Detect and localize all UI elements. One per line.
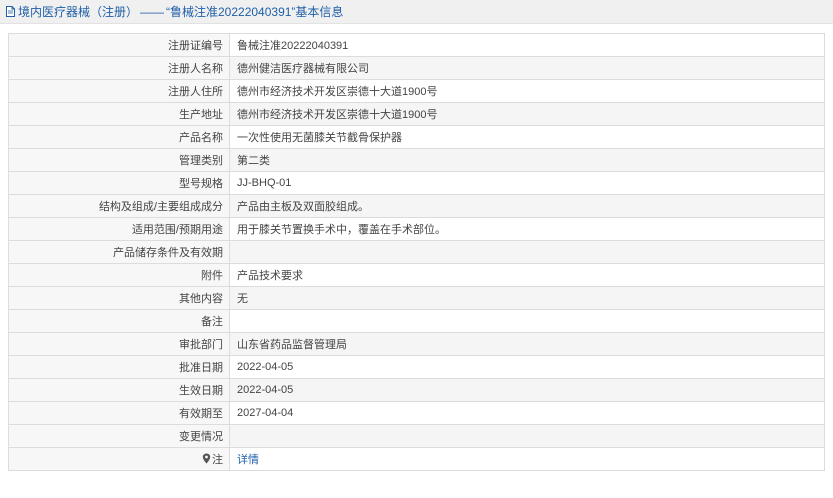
field-value: 2022-04-05 xyxy=(229,378,825,402)
field-value: 德州市经济技术开发区崇德十大道1900号 xyxy=(229,102,825,126)
field-label: 注册人名称 xyxy=(8,56,230,80)
table-row: 生效日期 2022-04-05 xyxy=(8,378,825,402)
table-row: 结构及组成/主要组成成分 产品由主板及双面胶组成。 xyxy=(8,194,825,218)
field-label: 变更情况 xyxy=(8,424,230,448)
page-header: 境内医疗器械（注册） —— “鲁械注准20222040391”基本信息 xyxy=(0,0,833,24)
field-label: 产品名称 xyxy=(8,125,230,149)
table-row-note: 注 详情 xyxy=(8,447,825,471)
table-row: 生产地址 德州市经济技术开发区崇德十大道1900号 xyxy=(8,102,825,126)
field-value: JJ-BHQ-01 xyxy=(229,171,825,195)
table-row: 其他内容无 xyxy=(8,286,825,310)
field-label: 型号规格 xyxy=(8,171,230,195)
field-value: 鲁械注准20222040391 xyxy=(229,33,825,57)
field-value: 德州健洁医疗器械有限公司 xyxy=(229,56,825,80)
table-row: 产品储存条件及有效期 xyxy=(8,240,825,264)
info-table: 注册证编号 鲁械注准20222040391 注册人名称 德州健洁医疗器械有限公司 注册人… xyxy=(8,33,825,471)
field-label: 附件 xyxy=(8,263,230,287)
field-label: 备注 xyxy=(8,309,230,333)
field-label: 产品储存条件及有效期 xyxy=(8,240,230,264)
breadcrumb-separator: —— xyxy=(140,4,165,19)
field-value: 2022-04-05 xyxy=(229,355,825,379)
document-icon xyxy=(4,5,17,18)
map-pin-icon xyxy=(202,453,211,464)
table-row: 附件 产品技术要求 xyxy=(8,263,825,287)
note-value-cell: 详情 xyxy=(229,447,825,471)
field-label: 批准日期 xyxy=(8,355,230,379)
table-row: 备注 xyxy=(8,309,825,333)
table-row: 型号规格 JJ-BHQ-01 xyxy=(8,171,825,195)
field-label: 生效日期 xyxy=(8,378,230,402)
field-label: 结构及组成/主要组成成分 xyxy=(8,194,230,218)
table-row: 产品名称 一次性使用无菌膝关节截骨保护器 xyxy=(8,125,825,149)
details-link[interactable]: 详情 xyxy=(237,454,259,466)
field-value: 产品技术要求 xyxy=(229,263,825,287)
field-value: 用于膝关节置换手术中，覆盖在手术部位。 xyxy=(229,217,825,241)
field-value: 产品由主板及双面胶组成。 xyxy=(229,194,825,218)
field-label: 注册证编号 xyxy=(8,33,230,57)
table-row: 注册证编号 鲁械注准20222040391 xyxy=(8,33,825,57)
table-row: 管理类别 第二类 xyxy=(8,148,825,172)
field-label: 审批部门 xyxy=(8,332,230,356)
table-row: 批准日期 2022-04-05 xyxy=(8,355,825,379)
field-value xyxy=(229,424,825,448)
table-row: 注册人住所 德州市经济技术开发区崇德十大道1900号 xyxy=(8,79,825,103)
field-label: 其他内容 xyxy=(8,286,230,310)
table-row: 注册人名称 德州健洁医疗器械有限公司 xyxy=(8,56,825,80)
breadcrumb-root[interactable]: 境内医疗器械（注册） xyxy=(18,3,138,20)
field-value xyxy=(229,309,825,333)
field-label: 注册人住所 xyxy=(8,79,230,103)
field-label: 管理类别 xyxy=(8,148,230,172)
field-value: 德州市经济技术开发区崇德十大道1900号 xyxy=(229,79,825,103)
field-label: 适用范围/预期用途 xyxy=(8,217,230,241)
field-value: 山东省药品监督管理局 xyxy=(229,332,825,356)
table-row: 有效期至 2027-04-04 xyxy=(8,401,825,425)
field-value: 2027-04-04 xyxy=(229,401,825,425)
page-title: “鲁械注准20222040391”基本信息 xyxy=(166,5,344,19)
note-label: 注 xyxy=(212,454,223,466)
field-value: 一次性使用无菌膝关节截骨保护器 xyxy=(229,125,825,149)
table-row: 适用范围/预期用途 用于膝关节置换手术中，覆盖在手术部位。 xyxy=(8,217,825,241)
field-label: 有效期至 xyxy=(8,401,230,425)
field-value: 无 xyxy=(229,286,825,310)
table-row: 审批部门 山东省药品监督管理局 xyxy=(8,332,825,356)
field-value xyxy=(229,240,825,264)
note-label-cell: 注 xyxy=(8,447,230,471)
field-value: 第二类 xyxy=(229,148,825,172)
field-label: 生产地址 xyxy=(8,102,230,126)
table-row: 变更情况 xyxy=(8,424,825,448)
